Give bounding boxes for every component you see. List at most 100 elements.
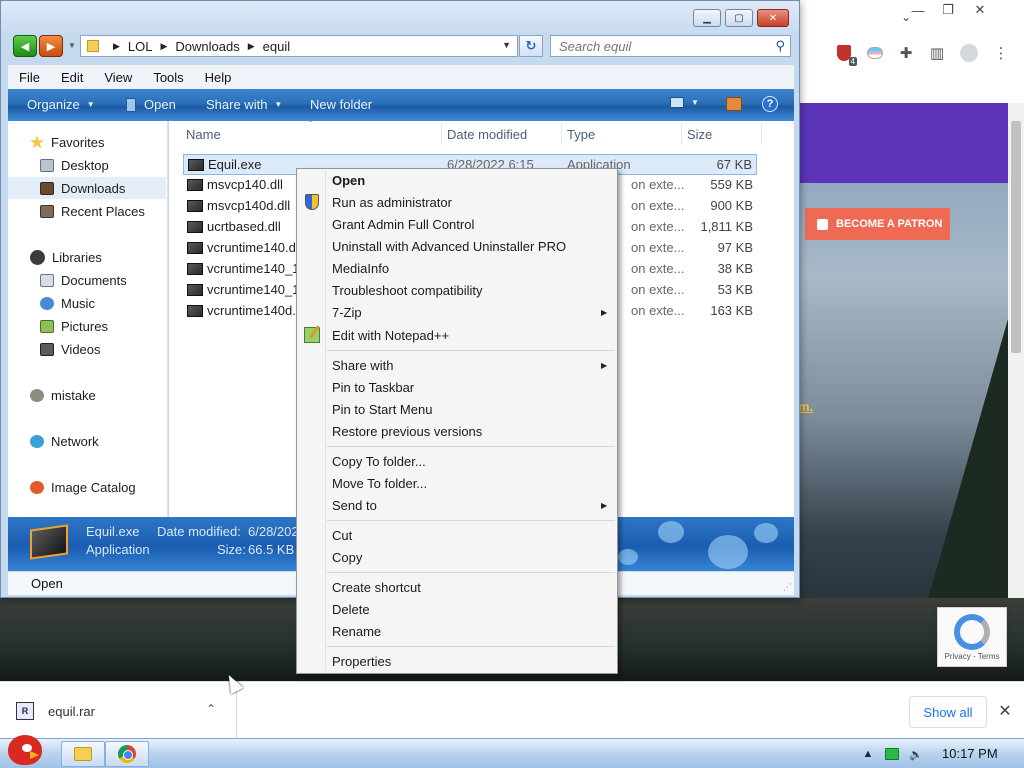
address-dropdown-icon[interactable]: ▼ [502,40,511,50]
resize-grip-icon[interactable]: ⋰ [783,582,792,593]
open-button[interactable]: Open [126,97,176,112]
chevron-right-icon[interactable]: ▶ [248,41,255,52]
share-with-button[interactable]: Share with ▼ [206,97,282,112]
site-link[interactable]: m. [798,399,813,414]
browser-restore-button[interactable]: ❐ [934,0,962,20]
dll-file-icon [187,305,203,317]
nav-recent-places[interactable]: Recent Places [8,200,166,222]
search-icon[interactable]: ⚲ [775,38,785,54]
maximize-button[interactable]: ▢ [725,9,753,27]
breadcrumb-lol[interactable]: LOL [128,39,153,54]
nav-pictures[interactable]: Pictures [8,315,166,337]
menu-edit[interactable]: Edit [50,70,93,85]
ctx-share-with[interactable]: Share with [332,358,393,373]
minimize-button[interactable]: ▁ [693,9,721,27]
side-panel-icon[interactable]: ▥ [926,42,948,64]
nav-image-catalog[interactable]: Image Catalog [8,476,166,498]
address-bar[interactable]: ▶ LOL ▶ Downloads ▶ equil ▼ [80,35,518,57]
back-arrow-icon[interactable]: ◀ [13,35,37,57]
extension-flag-icon[interactable] [864,42,886,64]
ctx-send-to[interactable]: Send to [332,498,377,513]
chevron-right-icon[interactable]: ▶ [161,41,168,52]
browser-minimize-button[interactable]: — [904,0,932,20]
downloads-close-icon[interactable]: ✕ [994,700,1016,722]
nav-libraries[interactable]: Libraries [8,246,166,268]
nav-downloads[interactable]: Downloads [8,177,166,199]
ctx-grant-admin[interactable]: Grant Admin Full Control [332,217,474,232]
nav-videos[interactable]: Videos [8,338,166,360]
forward-arrow-icon[interactable]: ▶ [39,35,63,57]
ctx-copy-to-folder[interactable]: Copy To folder... [332,454,426,469]
menu-file[interactable]: File [8,70,50,85]
recaptcha-terms[interactable]: Privacy - Terms [938,652,1006,661]
browser-close-button[interactable]: ✕ [966,0,994,20]
extensions-puzzle-icon[interactable]: ✚ [895,42,917,64]
nav-documents[interactable]: Documents [8,269,166,291]
page-scrollbar-thumb[interactable] [1011,121,1021,353]
nav-mistake[interactable]: mistake [8,384,166,406]
explorer-title-bar[interactable]: ▁ ▢ ✕ [1,1,799,33]
become-patron-button[interactable]: BECOME A PATRON [805,208,950,240]
column-divider[interactable] [681,123,682,145]
ctx-pin-start[interactable]: Pin to Start Menu [332,402,432,417]
ctx-7zip[interactable]: 7-Zip [332,305,362,320]
column-name[interactable]: Name [186,127,221,142]
recaptcha-badge[interactable]: Privacy - Terms [937,607,1007,667]
search-box[interactable]: ⚲ [550,35,791,57]
ctx-delete[interactable]: Delete [332,602,370,617]
menu-help[interactable]: Help [194,70,242,85]
ctx-rename[interactable]: Rename [332,624,381,639]
page-scrollbar[interactable] [1008,103,1024,681]
nav-music[interactable]: Music [8,292,166,314]
close-button[interactable]: ✕ [757,9,789,27]
download-item[interactable]: R equil.rar [16,698,238,724]
taskbar-explorer-button[interactable] [61,741,105,767]
ctx-open[interactable]: Open [332,173,365,188]
column-type[interactable]: Type [567,127,595,142]
menu-tools[interactable]: Tools [142,70,193,85]
column-size[interactable]: Size [687,127,712,142]
breadcrumb-equil[interactable]: equil [263,39,290,54]
ctx-uninstall[interactable]: Uninstall with Advanced Uninstaller PRO [332,239,566,254]
ctx-restore-versions[interactable]: Restore previous versions [332,424,482,439]
nav-network[interactable]: Network [8,430,166,452]
ctx-create-shortcut[interactable]: Create shortcut [332,580,421,595]
help-icon[interactable]: ? [762,96,778,112]
browser-menu-kebab-icon[interactable]: ⋮ [990,42,1012,64]
column-date-modified[interactable]: Date modified [447,127,527,142]
show-hidden-icons-icon[interactable]: ▲ [860,746,876,762]
download-options-chevron-icon[interactable]: ⌃ [206,702,216,716]
column-divider[interactable] [761,123,762,145]
chevron-right-icon[interactable]: ▶ [113,41,120,52]
menu-view[interactable]: View [93,70,142,85]
column-divider[interactable] [441,123,442,145]
show-all-button[interactable]: Show all [909,696,987,728]
ctx-move-to-folder[interactable]: Move To folder... [332,476,427,491]
ctx-copy[interactable]: Copy [332,550,362,565]
battery-icon[interactable] [884,746,900,762]
ctx-run-as-admin[interactable]: Run as administrator [332,195,452,210]
profile-avatar-icon[interactable] [958,42,980,64]
view-options-button[interactable]: ▼ [670,97,699,108]
ctx-properties[interactable]: Properties [332,654,391,669]
speaker-icon[interactable]: 🔈 [908,746,924,762]
taskbar-chrome-button[interactable] [105,741,149,767]
refresh-icon[interactable]: ↻ [519,35,543,57]
recent-pages-dropdown-icon[interactable]: ▼ [68,41,76,50]
start-button[interactable] [4,731,48,768]
ctx-cut[interactable]: Cut [332,528,352,543]
extension-shield-icon[interactable]: 4 [833,42,857,66]
search-input[interactable] [551,36,761,56]
nav-favorites[interactable]: Favorites [8,131,166,153]
preview-pane-icon[interactable] [726,97,742,111]
organize-button[interactable]: Organize ▼ [27,97,95,112]
nav-desktop[interactable]: Desktop [8,154,166,176]
clock[interactable]: 10:17 PM [942,746,998,761]
breadcrumb-downloads[interactable]: Downloads [175,39,239,54]
ctx-edit-notepad[interactable]: Edit with Notepad++ [332,328,449,343]
ctx-troubleshoot[interactable]: Troubleshoot compatibility [332,283,483,298]
new-folder-button[interactable]: New folder [310,97,372,112]
column-divider[interactable] [561,123,562,145]
ctx-pin-taskbar[interactable]: Pin to Taskbar [332,380,414,395]
ctx-mediainfo[interactable]: MediaInfo [332,261,389,276]
